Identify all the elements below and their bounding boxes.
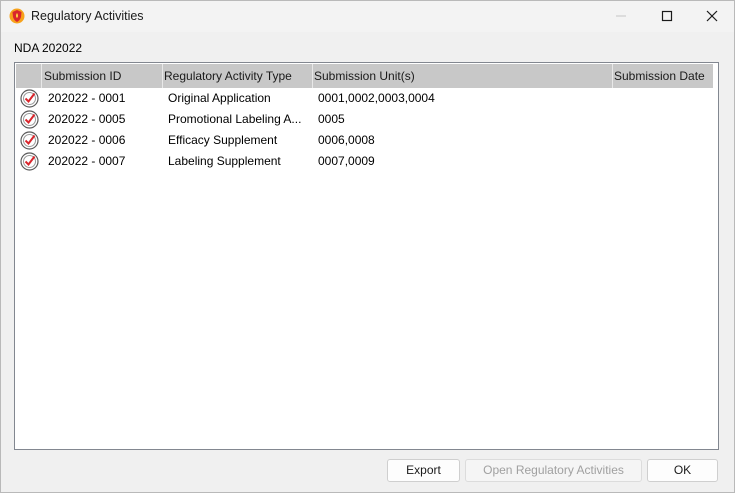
minimize-icon (616, 15, 626, 17)
shield-flame-icon (9, 8, 25, 24)
window-title: Regulatory Activities (31, 9, 144, 23)
check-document-icon (20, 131, 39, 150)
check-document-icon (20, 152, 39, 171)
submission-units-cell: 0007,0009 (318, 154, 375, 168)
export-button[interactable]: Export (387, 459, 460, 482)
close-button[interactable] (689, 1, 735, 32)
column-header-activity-type[interactable]: Regulatory Activity Type (164, 64, 312, 88)
submission-units-cell: 0005 (318, 112, 345, 126)
column-header-submission-id[interactable]: Submission ID (44, 64, 162, 88)
table-row[interactable]: 202022 - 0007 Labeling Supplement 0007,0… (16, 151, 713, 172)
ok-button[interactable]: OK (647, 459, 718, 482)
check-document-icon (20, 89, 39, 108)
header-separator (312, 64, 313, 88)
header-separator (41, 64, 42, 88)
submission-units-cell: 0001,0002,0003,0004 (318, 91, 435, 105)
regulatory-activities-list[interactable]: Submission ID Regulatory Activity Type S… (14, 62, 719, 450)
regulatory-activities-window: Regulatory Activities NDA 202022 Submiss… (0, 0, 735, 493)
table-row[interactable]: 202022 - 0001 Original Application 0001,… (16, 88, 713, 109)
submission-id-cell: 202022 - 0007 (48, 154, 126, 168)
submission-date-cell (614, 151, 712, 172)
column-header-submission-date[interactable]: Submission Date (614, 64, 712, 88)
header-separator (162, 64, 163, 88)
table-row[interactable]: 202022 - 0006 Efficacy Supplement 0006,0… (16, 130, 713, 151)
open-regulatory-activities-button[interactable]: Open Regulatory Activities (465, 459, 642, 482)
title-bar[interactable]: Regulatory Activities (1, 1, 734, 32)
activity-type-cell: Efficacy Supplement (168, 133, 278, 147)
activity-type-cell: Labeling Supplement (168, 154, 281, 168)
submission-id-cell: 202022 - 0006 (48, 133, 126, 147)
submission-date-cell (614, 109, 712, 130)
submission-date-cell (614, 130, 712, 151)
submission-id-cell: 202022 - 0001 (48, 91, 126, 105)
submission-date-cell (614, 88, 712, 109)
check-document-icon (20, 110, 39, 129)
close-icon (706, 10, 718, 22)
maximize-icon (661, 10, 673, 22)
list-header: Submission ID Regulatory Activity Type S… (16, 64, 713, 88)
header-separator (612, 64, 613, 88)
activity-type-cell: Original Application (168, 91, 271, 105)
submission-units-cell: 0006,0008 (318, 133, 375, 147)
submission-id-cell: 202022 - 0005 (48, 112, 126, 126)
maximize-button[interactable] (644, 1, 690, 32)
application-caption: NDA 202022 (14, 41, 83, 55)
minimize-button[interactable] (598, 1, 644, 32)
activity-type-cell: Promotional Labeling A... (168, 112, 302, 126)
table-row[interactable]: 202022 - 0005 Promotional Labeling A... … (16, 109, 713, 130)
column-header-submission-units[interactable]: Submission Unit(s) (314, 64, 610, 88)
